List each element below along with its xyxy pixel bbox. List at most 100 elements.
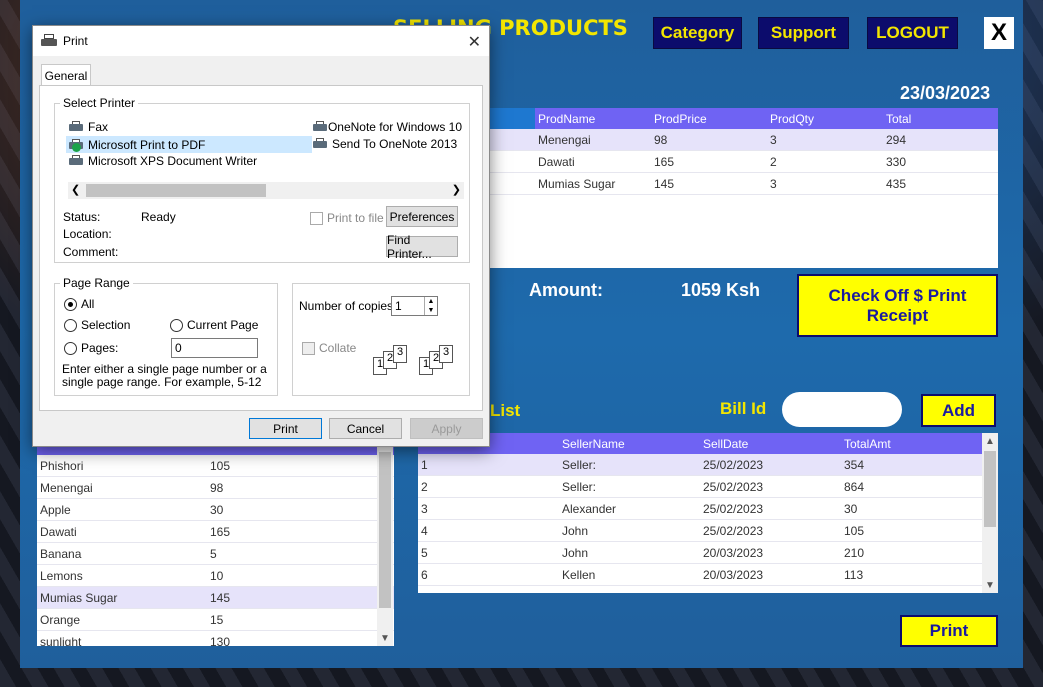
table-cell[interactable]: 210 xyxy=(841,546,982,560)
table-row[interactable]: Menengai 98 xyxy=(37,477,394,499)
spinner-arrows-icon[interactable]: ▲ ▼ xyxy=(424,297,437,315)
column-header[interactable]: SellDate xyxy=(700,437,841,451)
add-button[interactable]: Add xyxy=(921,394,996,427)
table-cell[interactable]: Lemons xyxy=(37,569,207,583)
table-row[interactable]: Banana 5 xyxy=(37,543,394,565)
table-cell[interactable]: Alexander xyxy=(559,502,700,516)
table-cell[interactable]: 4 xyxy=(418,524,559,538)
table-cell[interactable]: Dawati xyxy=(535,155,651,169)
table-row[interactable]: 4 John 25/02/2023 105 xyxy=(418,520,998,542)
table-cell[interactable]: Mumias Sugar xyxy=(535,177,651,191)
printer-item-pdf[interactable]: Microsoft Print to PDF xyxy=(66,136,312,153)
printer-item-xps[interactable]: Microsoft XPS Document Writer xyxy=(68,154,257,168)
table-cell[interactable]: Menengai xyxy=(37,481,207,495)
range-current-page-radio[interactable]: Current Page xyxy=(170,318,258,332)
table-cell[interactable]: 5 xyxy=(207,547,377,561)
pages-input[interactable]: 0 xyxy=(171,338,258,358)
table-cell[interactable]: 30 xyxy=(841,502,982,516)
column-header[interactable]: ProdName xyxy=(535,112,651,126)
close-button[interactable]: X xyxy=(984,17,1014,49)
table-row[interactable]: 1 Seller: 25/02/2023 354 xyxy=(418,454,998,476)
table-cell[interactable]: 105 xyxy=(207,459,377,473)
scroll-down-icon[interactable]: ▼ xyxy=(377,630,393,646)
support-button[interactable]: Support xyxy=(758,17,849,49)
table-cell[interactable]: 165 xyxy=(651,155,767,169)
products-grid-scrollbar[interactable]: ▼ xyxy=(377,434,393,646)
table-cell[interactable]: 864 xyxy=(841,480,982,494)
range-selection-radio[interactable]: Selection xyxy=(64,318,130,332)
table-row[interactable]: Mumias Sugar 145 xyxy=(37,587,394,609)
table-cell[interactable]: 1 xyxy=(418,458,559,472)
logout-button[interactable]: LOGOUT xyxy=(867,17,958,49)
table-cell[interactable]: 98 xyxy=(207,481,377,495)
dialog-apply-button[interactable]: Apply xyxy=(410,418,483,439)
table-cell[interactable]: 25/02/2023 xyxy=(700,524,841,538)
table-cell[interactable]: 15 xyxy=(207,613,377,627)
table-row[interactable]: Dawati 165 xyxy=(37,521,394,543)
print-to-file-checkbox[interactable]: Print to file xyxy=(310,211,384,225)
table-row[interactable]: Menengai 98 3 294 xyxy=(420,129,998,151)
bills-grid-scrollbar[interactable]: ▲ ▼ xyxy=(982,433,998,593)
table-cell[interactable]: 25/02/2023 xyxy=(700,502,841,516)
table-cell[interactable]: John xyxy=(559,546,700,560)
table-cell[interactable]: 145 xyxy=(651,177,767,191)
range-pages-radio[interactable]: Pages: xyxy=(64,341,118,355)
scroll-left-icon[interactable]: ❮ xyxy=(71,183,80,196)
column-header[interactable]: ProdQty xyxy=(767,112,883,126)
table-cell[interactable]: 5 xyxy=(418,546,559,560)
scroll-thumb[interactable] xyxy=(984,451,996,527)
scroll-up-icon[interactable]: ▲ xyxy=(982,433,998,449)
dialog-cancel-button[interactable]: Cancel xyxy=(329,418,402,439)
table-cell[interactable]: Apple xyxy=(37,503,207,517)
table-row[interactable]: Lemons 10 xyxy=(37,565,394,587)
table-cell[interactable]: Banana xyxy=(37,547,207,561)
table-cell[interactable]: 435 xyxy=(883,177,998,191)
table-row[interactable]: Orange 15 xyxy=(37,609,394,631)
table-cell[interactable]: Seller: xyxy=(559,480,700,494)
table-cell[interactable]: Mumias Sugar xyxy=(37,591,207,605)
scroll-down-icon[interactable]: ▼ xyxy=(982,577,998,593)
table-cell[interactable]: 294 xyxy=(883,133,998,147)
table-cell[interactable]: 25/02/2023 xyxy=(700,458,841,472)
table-row[interactable]: 3 Alexander 25/02/2023 30 xyxy=(418,498,998,520)
range-all-radio[interactable]: All xyxy=(64,297,94,311)
table-cell[interactable]: 130 xyxy=(207,635,377,647)
table-cell[interactable]: sunlight xyxy=(37,635,207,647)
table-cell[interactable]: 20/03/2023 xyxy=(700,568,841,582)
table-cell[interactable]: 3 xyxy=(418,502,559,516)
preferences-button[interactable]: Preferences xyxy=(386,206,458,227)
printer-item-send-onenote[interactable]: Send To OneNote 2013 xyxy=(312,137,457,151)
printer-item-onenote10[interactable]: OneNote for Windows 10 xyxy=(312,120,462,134)
table-row[interactable]: 2 Seller: 25/02/2023 864 xyxy=(418,476,998,498)
table-cell[interactable]: 10 xyxy=(207,569,377,583)
table-row[interactable]: 6 Kellen 20/03/2023 113 xyxy=(418,564,998,586)
column-header[interactable]: ProdPrice xyxy=(651,112,767,126)
table-cell[interactable]: 25/02/2023 xyxy=(700,480,841,494)
dialog-print-button[interactable]: Print xyxy=(249,418,322,439)
table-cell[interactable]: 3 xyxy=(767,177,883,191)
printer-item-fax[interactable]: Fax xyxy=(68,120,108,134)
bills-grid[interactable]: SellerName SellDate TotalAmt 1 Seller: 25/… xyxy=(418,433,998,593)
print-button[interactable]: Print xyxy=(900,615,998,647)
table-row[interactable]: sunlight 130 xyxy=(37,631,394,647)
table-cell[interactable]: Phishori xyxy=(37,459,207,473)
table-row[interactable]: Apple 30 xyxy=(37,499,394,521)
table-cell[interactable]: 30 xyxy=(207,503,377,517)
table-cell[interactable]: 105 xyxy=(841,524,982,538)
table-cell[interactable]: 354 xyxy=(841,458,982,472)
table-cell[interactable]: Seller: xyxy=(559,458,700,472)
table-row[interactable]: Phishori 105 xyxy=(37,455,394,477)
bill-id-input[interactable] xyxy=(782,392,902,427)
table-cell[interactable]: 98 xyxy=(651,133,767,147)
table-cell[interactable]: 113 xyxy=(841,568,982,582)
table-cell[interactable]: 165 xyxy=(207,525,377,539)
table-cell[interactable]: 2 xyxy=(418,480,559,494)
bill-grid[interactable]: ProdName ProdPrice ProdQty Total Menenga… xyxy=(420,108,998,268)
table-row[interactable]: 5 John 20/03/2023 210 xyxy=(418,542,998,564)
table-cell[interactable]: 20/03/2023 xyxy=(700,546,841,560)
column-header[interactable]: Total xyxy=(883,112,998,126)
scroll-thumb[interactable] xyxy=(86,184,266,197)
table-cell[interactable]: Orange xyxy=(37,613,207,627)
category-button[interactable]: Category xyxy=(653,17,742,49)
find-printer-button[interactable]: Find Printer... xyxy=(386,233,458,261)
